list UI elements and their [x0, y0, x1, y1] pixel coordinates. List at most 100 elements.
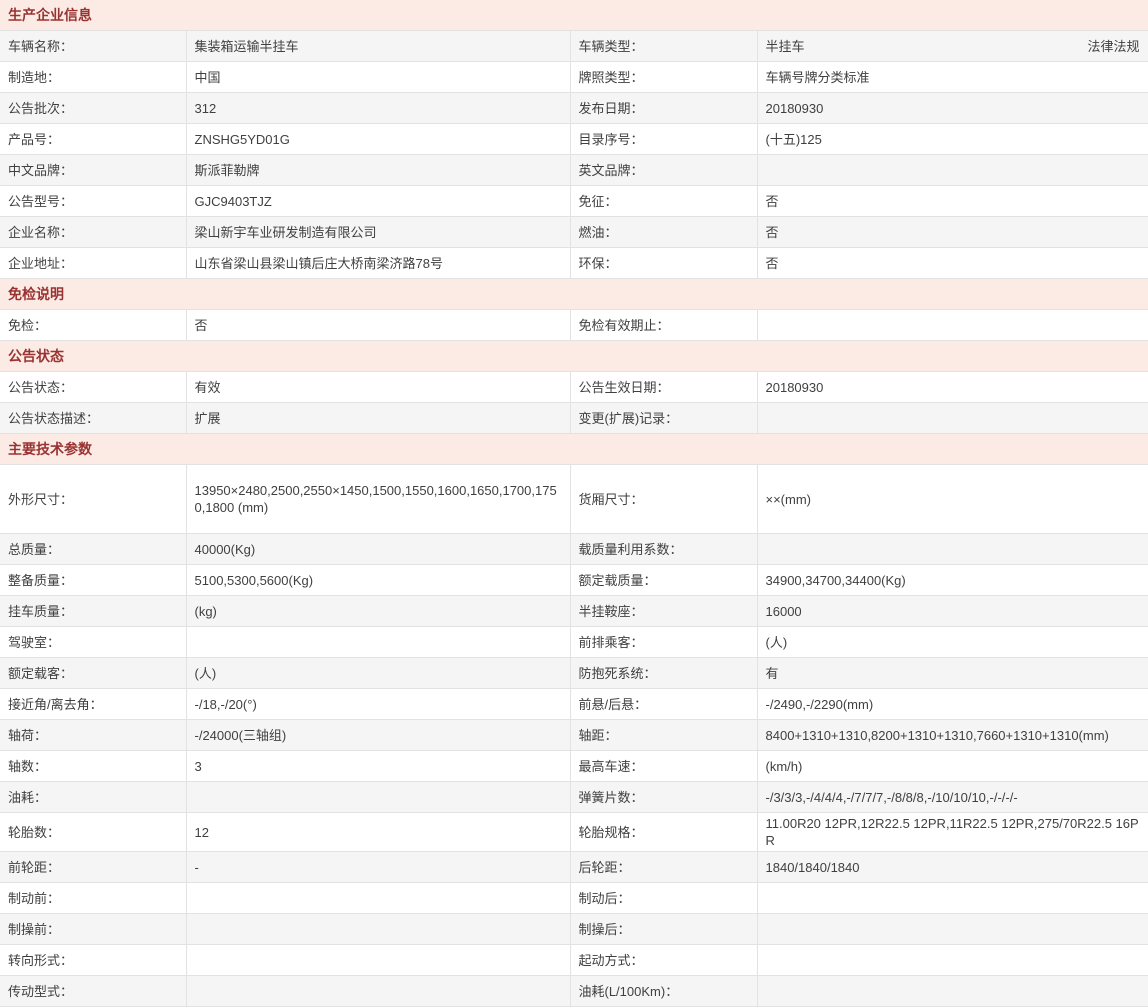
table-row: 轴数：3最高车速：(km/h): [0, 751, 1148, 782]
section-title: 主要技术参数: [0, 434, 1148, 465]
legal-regulations-link[interactable]: 法律法规: [1087, 38, 1141, 55]
field-label: 制操后：: [570, 914, 757, 945]
field-value: 20180930: [757, 93, 1148, 124]
table-row: 制造地：中国牌照类型：车辆号牌分类标准: [0, 62, 1148, 93]
field-value: (kg): [186, 596, 570, 627]
field-value: -: [186, 852, 570, 883]
field-value: 34900,34700,34400(Kg): [757, 565, 1148, 596]
field-value: [757, 883, 1148, 914]
field-label: 防抱死系统：: [570, 658, 757, 689]
field-value: -/18,-/20(°): [186, 689, 570, 720]
field-label: 外形尺寸：: [0, 465, 186, 534]
field-value: 8400+1310+1310,8200+1310+1310,7660+1310+…: [757, 720, 1148, 751]
field-label: 环保：: [570, 248, 757, 279]
field-label: 英文品牌：: [570, 155, 757, 186]
field-value: 16000: [757, 596, 1148, 627]
field-label: 货厢尺寸：: [570, 465, 757, 534]
section-title: 公告状态: [0, 341, 1148, 372]
field-value: [186, 782, 570, 813]
field-label: 弹簧片数：: [570, 782, 757, 813]
field-value: 有效: [186, 372, 570, 403]
field-label: 制动后：: [570, 883, 757, 914]
table-row: 挂车质量：(kg)半挂鞍座：16000: [0, 596, 1148, 627]
table-row: 转向形式： 起动方式：: [0, 945, 1148, 976]
section-header-row: 主要技术参数: [0, 434, 1148, 465]
section-title: 生产企业信息: [0, 0, 1148, 31]
field-value: 山东省梁山县梁山镇后庄大桥南梁济路78号: [186, 248, 570, 279]
field-value: 半挂车法律法规: [757, 31, 1148, 62]
field-label: 额定载客：: [0, 658, 186, 689]
field-label: 公告生效日期：: [570, 372, 757, 403]
field-value: 斯派菲勒牌: [186, 155, 570, 186]
field-value: [757, 914, 1148, 945]
table-row: 车辆名称：集装箱运输半挂车车辆类型：半挂车法律法规: [0, 31, 1148, 62]
field-value: 11.00R20 12PR,12R22.5 12PR,11R22.5 12PR,…: [757, 813, 1148, 852]
field-label: 最高车速：: [570, 751, 757, 782]
field-label: 轮胎规格：: [570, 813, 757, 852]
table-row: 制动前：制动后：: [0, 883, 1148, 914]
field-value: 20180930: [757, 372, 1148, 403]
table-row: 公告批次：312发布日期：20180930: [0, 93, 1148, 124]
table-row: 驾驶室：前排乘客：(人): [0, 627, 1148, 658]
field-label: 后轮距：: [570, 852, 757, 883]
field-label: 中文品牌：: [0, 155, 186, 186]
field-value: 有: [757, 658, 1148, 689]
table-row: 额定载客：(人)防抱死系统：有: [0, 658, 1148, 689]
field-label: 接近角/离去角：: [0, 689, 186, 720]
field-label: 载质量利用系数：: [570, 534, 757, 565]
field-label: 轴荷：: [0, 720, 186, 751]
table-row: 传动型式：油耗(L/100Km)：: [0, 976, 1148, 1007]
field-value: 扩展: [186, 403, 570, 434]
field-label: 产品号：: [0, 124, 186, 155]
field-value: -/24000(三轴组): [186, 720, 570, 751]
table-row: 企业名称：梁山新宇车业研发制造有限公司燃油：否: [0, 217, 1148, 248]
field-value: 3: [186, 751, 570, 782]
field-value: 12: [186, 813, 570, 852]
field-value: 中国: [186, 62, 570, 93]
field-value: 否: [757, 217, 1148, 248]
vehicle-spec-table: 生产企业信息车辆名称：集装箱运输半挂车车辆类型：半挂车法律法规制造地：中国牌照类…: [0, 0, 1148, 1007]
field-value: (人): [757, 627, 1148, 658]
table-row: 外形尺寸：13950×2480,2500,2550×1450,1500,1550…: [0, 465, 1148, 534]
field-value: 40000(Kg): [186, 534, 570, 565]
field-label: 燃油：: [570, 217, 757, 248]
table-row: 接近角/离去角：-/18,-/20(°)前悬/后悬：-/2490,-/2290(…: [0, 689, 1148, 720]
field-value: [757, 976, 1148, 1007]
table-row: 公告型号：GJC9403TJZ免征：否: [0, 186, 1148, 217]
field-label: 制操前：: [0, 914, 186, 945]
field-label: 车辆名称：: [0, 31, 186, 62]
field-label: 油耗：: [0, 782, 186, 813]
field-label: 目录序号：: [570, 124, 757, 155]
table-row: 中文品牌：斯派菲勒牌英文品牌：: [0, 155, 1148, 186]
field-label: 转向形式：: [0, 945, 186, 976]
table-row: 总质量：40000(Kg)载质量利用系数：: [0, 534, 1148, 565]
field-value: [186, 627, 570, 658]
table-row: 轴荷：-/24000(三轴组)轴距：8400+1310+1310,8200+13…: [0, 720, 1148, 751]
table-row: 公告状态：有效公告生效日期：20180930: [0, 372, 1148, 403]
field-label: 起动方式：: [570, 945, 757, 976]
table-row: 前轮距：-后轮距：1840/1840/1840: [0, 852, 1148, 883]
table-row: 整备质量：5100,5300,5600(Kg)额定载质量：34900,34700…: [0, 565, 1148, 596]
field-label: 轴数：: [0, 751, 186, 782]
field-label: 前悬/后悬：: [570, 689, 757, 720]
field-label: 轴距：: [570, 720, 757, 751]
table-row: 油耗：弹簧片数：-/3/3/3,-/4/4/4,-/7/7/7,-/8/8/8,…: [0, 782, 1148, 813]
field-label: 发布日期：: [570, 93, 757, 124]
field-value: 否: [757, 186, 1148, 217]
field-value: 13950×2480,2500,2550×1450,1500,1550,1600…: [186, 465, 570, 534]
field-value: [757, 534, 1148, 565]
field-value: GJC9403TJZ: [186, 186, 570, 217]
field-value: [757, 310, 1148, 341]
field-value: 梁山新宇车业研发制造有限公司: [186, 217, 570, 248]
field-label: 驾驶室：: [0, 627, 186, 658]
field-label: 企业地址：: [0, 248, 186, 279]
field-value: -/2490,-/2290(mm): [757, 689, 1148, 720]
field-label: 油耗(L/100Km)：: [570, 976, 757, 1007]
field-label: 挂车质量：: [0, 596, 186, 627]
spec-table-body: 生产企业信息车辆名称：集装箱运输半挂车车辆类型：半挂车法律法规制造地：中国牌照类…: [0, 0, 1148, 1007]
table-row: 制操前： 制操后：: [0, 914, 1148, 945]
field-value: 312: [186, 93, 570, 124]
field-value: ××(mm): [757, 465, 1148, 534]
table-row: 轮胎数：12轮胎规格：11.00R20 12PR,12R22.5 12PR,11…: [0, 813, 1148, 852]
field-value: [186, 945, 570, 976]
